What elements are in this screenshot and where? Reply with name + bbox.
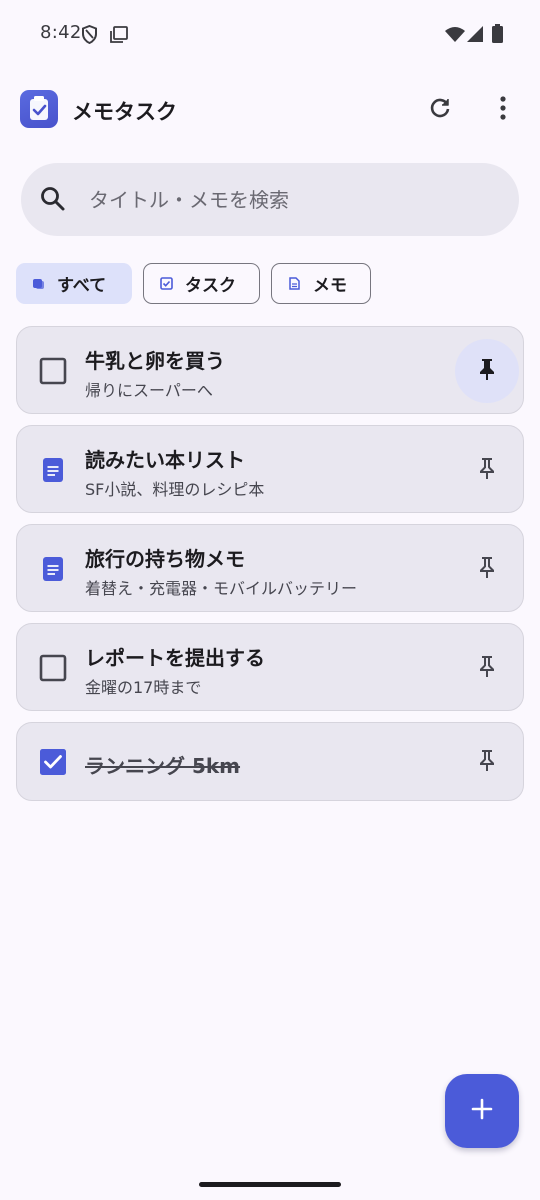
memo-doc-icon — [39, 555, 67, 583]
all-icon — [32, 277, 45, 290]
item-title: レポートを提出する — [85, 646, 265, 670]
pin-button[interactable] — [455, 339, 519, 403]
search-bar[interactable] — [21, 163, 519, 236]
filter-chip-label: タスク — [185, 276, 236, 296]
memo-doc-icon — [39, 456, 67, 484]
more-vert-icon — [500, 96, 506, 124]
list-item[interactable]: レポートを提出する 金曜の17時まで — [16, 623, 524, 711]
list-item[interactable]: 旅行の持ち物メモ 着替え・充電器・モバイルバッテリー — [16, 524, 524, 612]
pin-button[interactable] — [455, 730, 519, 794]
app-title: メモタスク — [72, 100, 177, 124]
pin-button[interactable] — [455, 537, 519, 601]
shield-icon — [81, 24, 98, 48]
screenshot-icon — [110, 26, 128, 47]
add-icon — [470, 1097, 494, 1125]
list-item[interactable]: 牛乳と卵を買う 帰りにスーパーへ — [16, 326, 524, 414]
filter-chip-memo[interactable]: メモ — [271, 263, 371, 304]
refresh-button[interactable] — [418, 88, 462, 132]
pin-outline-icon — [476, 748, 498, 776]
app-bar: メモタスク — [0, 80, 540, 140]
pin-button[interactable] — [455, 438, 519, 502]
item-title: ランニング 5km — [85, 754, 241, 778]
wifi-icon — [444, 26, 466, 47]
item-title: 読みたい本リスト — [85, 448, 245, 472]
item-subtitle: 金曜の17時まで — [85, 678, 202, 697]
checkbox-checked[interactable] — [39, 748, 67, 776]
filter-chip-all[interactable]: すべて — [16, 263, 132, 304]
pin-outline-icon — [476, 456, 498, 484]
refresh-icon — [428, 96, 452, 124]
signal-icon — [466, 25, 484, 47]
item-subtitle: 着替え・充電器・モバイルバッテリー — [85, 579, 358, 598]
checkbox-unchecked[interactable] — [39, 654, 67, 682]
filter-chip-label: メモ — [313, 276, 347, 296]
item-title: 旅行の持ち物メモ — [85, 547, 245, 571]
filter-chip-task[interactable]: タスク — [143, 263, 260, 304]
pin-filled-icon — [476, 357, 498, 385]
filter-chip-label: すべて — [57, 276, 107, 296]
battery-icon — [492, 24, 503, 47]
item-title: 牛乳と卵を買う — [85, 349, 225, 373]
item-subtitle: SF小説、料理のレシピ本 — [85, 480, 265, 499]
memo-icon — [288, 277, 301, 290]
search-icon — [39, 185, 67, 217]
list-item[interactable]: 読みたい本リスト SF小説、料理のレシピ本 — [16, 425, 524, 513]
pin-outline-icon — [476, 654, 498, 682]
item-subtitle: 帰りにスーパーへ — [85, 381, 213, 400]
status-bar: 8:42 — [0, 0, 540, 68]
app-logo — [20, 90, 58, 128]
more-options-button[interactable] — [481, 88, 525, 132]
search-input[interactable] — [89, 163, 489, 236]
status-time: 8:42 — [40, 22, 82, 43]
pin-outline-icon — [476, 555, 498, 583]
list-item[interactable]: ランニング 5km — [16, 722, 524, 801]
checkbox-unchecked[interactable] — [39, 357, 67, 385]
task-icon — [160, 277, 173, 290]
pin-button[interactable] — [455, 636, 519, 700]
add-button[interactable] — [445, 1074, 519, 1148]
gesture-nav-handle[interactable] — [199, 1182, 341, 1187]
